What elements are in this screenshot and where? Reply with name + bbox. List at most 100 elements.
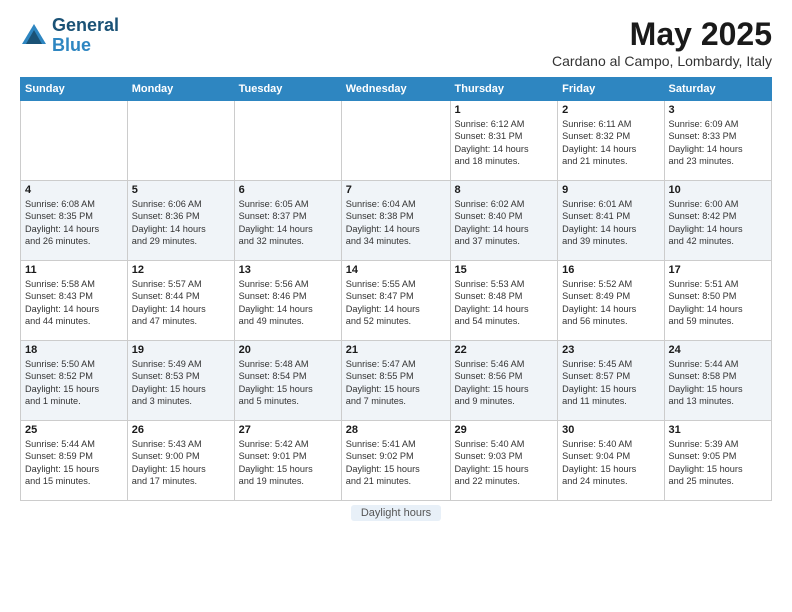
day-info: Sunrise: 5:52 AM Sunset: 8:49 PM Dayligh…	[562, 278, 659, 328]
logo: General Blue	[20, 16, 119, 56]
day-number: 2	[562, 104, 659, 116]
day-number: 28	[346, 424, 446, 436]
day-info: Sunrise: 5:49 AM Sunset: 8:53 PM Dayligh…	[132, 358, 230, 408]
calendar-week-row: 25 Sunrise: 5:44 AM Sunset: 8:59 PM Dayli…	[21, 421, 772, 501]
calendar-cell	[21, 101, 128, 181]
day-info: Sunrise: 5:48 AM Sunset: 8:54 PM Dayligh…	[239, 358, 337, 408]
day-info: Sunrise: 5:58 AM Sunset: 8:43 PM Dayligh…	[25, 278, 123, 328]
day-info: Sunrise: 5:39 AM Sunset: 9:05 PM Dayligh…	[669, 438, 768, 488]
day-number: 21	[346, 344, 446, 356]
day-info: Sunrise: 5:57 AM Sunset: 8:44 PM Dayligh…	[132, 278, 230, 328]
calendar-day-header: Saturday	[664, 78, 772, 101]
day-info: Sunrise: 6:00 AM Sunset: 8:42 PM Dayligh…	[669, 198, 768, 248]
calendar-cell: 1 Sunrise: 6:12 AM Sunset: 8:31 PM Daylig…	[450, 101, 558, 181]
calendar-day-header: Wednesday	[341, 78, 450, 101]
calendar-cell: 9 Sunrise: 6:01 AM Sunset: 8:41 PM Daylig…	[558, 181, 664, 261]
day-number: 1	[455, 104, 554, 116]
calendar-cell: 29 Sunrise: 5:40 AM Sunset: 9:03 PM Dayli…	[450, 421, 558, 501]
day-info: Sunrise: 5:46 AM Sunset: 8:56 PM Dayligh…	[455, 358, 554, 408]
day-number: 9	[562, 184, 659, 196]
day-info: Sunrise: 6:04 AM Sunset: 8:38 PM Dayligh…	[346, 198, 446, 248]
day-number: 31	[669, 424, 768, 436]
calendar-week-row: 1 Sunrise: 6:12 AM Sunset: 8:31 PM Daylig…	[21, 101, 772, 181]
calendar-cell: 18 Sunrise: 5:50 AM Sunset: 8:52 PM Dayli…	[21, 341, 128, 421]
day-number: 7	[346, 184, 446, 196]
day-number: 29	[455, 424, 554, 436]
calendar-cell	[341, 101, 450, 181]
day-info: Sunrise: 5:47 AM Sunset: 8:55 PM Dayligh…	[346, 358, 446, 408]
day-number: 14	[346, 264, 446, 276]
location: Cardano al Campo, Lombardy, Italy	[552, 53, 772, 69]
day-number: 13	[239, 264, 337, 276]
calendar-cell: 8 Sunrise: 6:02 AM Sunset: 8:40 PM Daylig…	[450, 181, 558, 261]
day-number: 17	[669, 264, 768, 276]
day-number: 15	[455, 264, 554, 276]
footer-label: Daylight hours	[351, 505, 441, 521]
calendar-cell: 5Sunrise: 6:06 AM Sunset: 8:36 PM Daylig…	[127, 181, 234, 261]
calendar-cell: 2 Sunrise: 6:11 AM Sunset: 8:32 PM Daylig…	[558, 101, 664, 181]
day-number: 4	[25, 184, 123, 196]
calendar-cell: 10 Sunrise: 6:00 AM Sunset: 8:42 PM Dayli…	[664, 181, 772, 261]
title-block: May 2025 Cardano al Campo, Lombardy, Ita…	[552, 16, 772, 69]
day-number: 20	[239, 344, 337, 356]
calendar-cell: 4 Sunrise: 6:08 AM Sunset: 8:35 PM Daylig…	[21, 181, 128, 261]
calendar-cell	[127, 101, 234, 181]
day-info: Sunrise: 5:50 AM Sunset: 8:52 PM Dayligh…	[25, 358, 123, 408]
day-number: 22	[455, 344, 554, 356]
calendar-cell: 17Sunrise: 5:51 AM Sunset: 8:50 PM Dayli…	[664, 261, 772, 341]
calendar-cell: 19Sunrise: 5:49 AM Sunset: 8:53 PM Dayli…	[127, 341, 234, 421]
logo-text: General Blue	[52, 16, 119, 56]
logo-icon	[20, 22, 48, 50]
calendar-cell: 22 Sunrise: 5:46 AM Sunset: 8:56 PM Dayli…	[450, 341, 558, 421]
calendar-day-header: Sunday	[21, 78, 128, 101]
day-info: Sunrise: 5:41 AM Sunset: 9:02 PM Dayligh…	[346, 438, 446, 488]
calendar-day-header: Monday	[127, 78, 234, 101]
calendar-day-header: Thursday	[450, 78, 558, 101]
day-number: 23	[562, 344, 659, 356]
day-number: 27	[239, 424, 337, 436]
calendar-cell: 27 Sunrise: 5:42 AM Sunset: 9:01 PM Dayli…	[234, 421, 341, 501]
day-info: Sunrise: 6:06 AM Sunset: 8:36 PM Dayligh…	[132, 198, 230, 248]
calendar-day-header: Friday	[558, 78, 664, 101]
day-info: Sunrise: 6:08 AM Sunset: 8:35 PM Dayligh…	[25, 198, 123, 248]
calendar-cell: 26 Sunrise: 5:43 AM Sunset: 9:00 PM Dayli…	[127, 421, 234, 501]
calendar-cell: 24 Sunrise: 5:44 AM Sunset: 8:58 PM Dayli…	[664, 341, 772, 421]
calendar-cell: 16 Sunrise: 5:52 AM Sunset: 8:49 PM Dayli…	[558, 261, 664, 341]
page: General Blue May 2025 Cardano al Campo, …	[0, 0, 792, 612]
calendar-cell: 21 Sunrise: 5:47 AM Sunset: 8:55 PM Dayli…	[341, 341, 450, 421]
day-number: 18	[25, 344, 123, 356]
day-number: 16	[562, 264, 659, 276]
day-info: Sunrise: 5:43 AM Sunset: 9:00 PM Dayligh…	[132, 438, 230, 488]
calendar-day-header: Tuesday	[234, 78, 341, 101]
calendar-cell: 15Sunrise: 5:53 AM Sunset: 8:48 PM Dayli…	[450, 261, 558, 341]
day-info: Sunrise: 6:01 AM Sunset: 8:41 PM Dayligh…	[562, 198, 659, 248]
day-info: Sunrise: 6:02 AM Sunset: 8:40 PM Dayligh…	[455, 198, 554, 248]
calendar-cell: 12 Sunrise: 5:57 AM Sunset: 8:44 PM Dayli…	[127, 261, 234, 341]
calendar-header-row: SundayMondayTuesdayWednesdayThursdayFrid…	[21, 78, 772, 101]
day-number: 10	[669, 184, 768, 196]
day-info: Sunrise: 5:45 AM Sunset: 8:57 PM Dayligh…	[562, 358, 659, 408]
calendar-cell: 14 Sunrise: 5:55 AM Sunset: 8:47 PM Dayli…	[341, 261, 450, 341]
day-number: 25	[25, 424, 123, 436]
calendar-cell: 13Sunrise: 5:56 AM Sunset: 8:46 PM Dayli…	[234, 261, 341, 341]
day-number: 26	[132, 424, 230, 436]
day-info: Sunrise: 6:12 AM Sunset: 8:31 PM Dayligh…	[455, 118, 554, 168]
day-info: Sunrise: 5:44 AM Sunset: 8:58 PM Dayligh…	[669, 358, 768, 408]
day-info: Sunrise: 5:44 AM Sunset: 8:59 PM Dayligh…	[25, 438, 123, 488]
day-number: 11	[25, 264, 123, 276]
day-info: Sunrise: 5:42 AM Sunset: 9:01 PM Dayligh…	[239, 438, 337, 488]
day-info: Sunrise: 5:40 AM Sunset: 9:03 PM Dayligh…	[455, 438, 554, 488]
day-number: 12	[132, 264, 230, 276]
calendar-cell: 7 Sunrise: 6:04 AM Sunset: 8:38 PM Daylig…	[341, 181, 450, 261]
calendar-cell: 11 Sunrise: 5:58 AM Sunset: 8:43 PM Dayli…	[21, 261, 128, 341]
day-number: 8	[455, 184, 554, 196]
calendar-cell: 28 Sunrise: 5:41 AM Sunset: 9:02 PM Dayli…	[341, 421, 450, 501]
calendar-cell: 30Sunrise: 5:40 AM Sunset: 9:04 PM Dayli…	[558, 421, 664, 501]
day-info: Sunrise: 6:11 AM Sunset: 8:32 PM Dayligh…	[562, 118, 659, 168]
day-info: Sunrise: 5:55 AM Sunset: 8:47 PM Dayligh…	[346, 278, 446, 328]
calendar-week-row: 4 Sunrise: 6:08 AM Sunset: 8:35 PM Daylig…	[21, 181, 772, 261]
calendar-cell	[234, 101, 341, 181]
logo-line1: General	[52, 16, 119, 36]
calendar-table: SundayMondayTuesdayWednesdayThursdayFrid…	[20, 77, 772, 501]
day-number: 24	[669, 344, 768, 356]
